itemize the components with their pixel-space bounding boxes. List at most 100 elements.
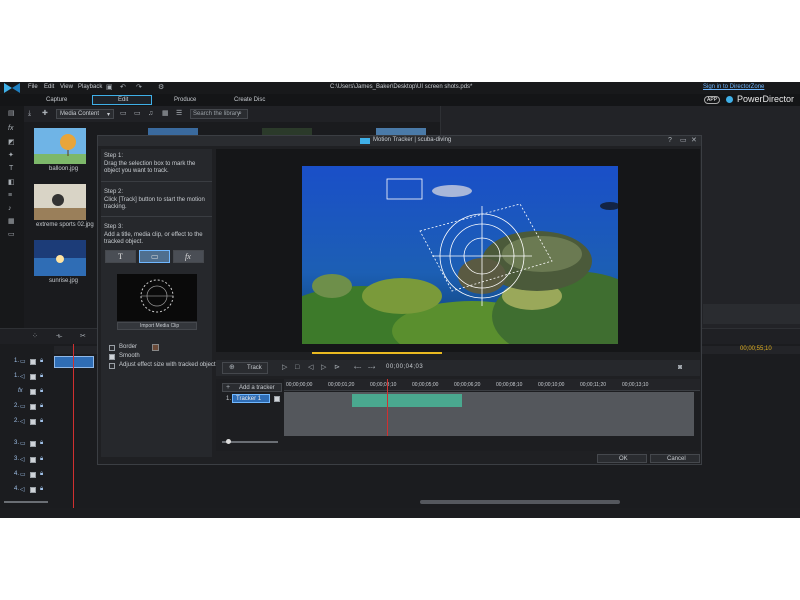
redo-icon[interactable]: ↷ [136, 84, 142, 92]
track-enable-checkbox[interactable] [30, 359, 36, 365]
track-button[interactable]: ⊕ Track [222, 362, 268, 374]
media-tab-button[interactable]: ▭ [139, 250, 170, 263]
fx-room-icon[interactable]: fx [8, 125, 13, 133]
voiceover-icon[interactable]: ♪ [8, 205, 12, 213]
ruler-label: 00;00;06;20 [454, 382, 481, 388]
ruler-label: 00;00;08;10 [496, 382, 523, 388]
grid-view-icon[interactable]: ▦ [162, 110, 169, 118]
border-color-swatch[interactable] [152, 344, 159, 351]
search-icon[interactable]: ⌕ [238, 110, 242, 118]
menu-playback[interactable]: Playback [78, 84, 102, 90]
previous-frame-icon[interactable]: ◁ [308, 364, 313, 372]
lock-icon[interactable]: 🔒︎ [40, 373, 43, 380]
fast-forward-icon[interactable]: ⊳ [334, 364, 340, 372]
ok-button[interactable]: OK [597, 454, 647, 463]
save-icon[interactable]: ▣ [106, 84, 113, 92]
close-icon[interactable]: ✕ [691, 137, 697, 145]
import-media-clip-button[interactable]: Import Media Clip [117, 322, 197, 330]
video-frame[interactable] [302, 166, 618, 344]
next-frame-icon[interactable]: ▷ [321, 364, 326, 372]
tracker-zoom-slider[interactable] [222, 439, 278, 444]
lock-icon[interactable]: 🔒︎ [40, 471, 43, 478]
step1-title: Step 1: [104, 153, 124, 159]
zoom-knob[interactable] [226, 439, 231, 444]
step3-text: Add a title, media clip, or effect to th… [104, 232, 203, 245]
filter-image-icon[interactable]: ▭ [134, 110, 141, 118]
lock-icon[interactable]: 🔒︎ [40, 403, 43, 410]
audio-mixing-icon[interactable]: ≡ [8, 192, 12, 200]
library-item[interactable] [34, 240, 86, 276]
play-icon[interactable]: ▷ [282, 364, 287, 372]
tab-produce[interactable]: Produce [174, 97, 196, 103]
lock-icon[interactable]: 🔒︎ [40, 358, 43, 365]
menu-edit[interactable]: Edit [44, 84, 54, 90]
track-enable-checkbox[interactable] [30, 374, 36, 380]
transition-room-icon[interactable]: ◧ [8, 179, 15, 187]
adjust-size-checkbox[interactable] [109, 363, 115, 369]
app-badge[interactable]: APP [704, 96, 721, 104]
tab-edit[interactable]: Edit [92, 95, 152, 105]
lock-icon[interactable]: 🔒︎ [40, 440, 43, 447]
maximize-icon[interactable]: ▭ [680, 137, 687, 145]
motion-tracker-dialog: Motion Tracker | scuba-diving ? ▭ ✕ Step… [97, 135, 702, 465]
tracker-playhead[interactable] [387, 379, 388, 436]
tab-capture[interactable]: Capture [46, 97, 67, 103]
lock-icon[interactable]: 🔒︎ [40, 456, 43, 463]
cut-icon[interactable]: ✂ [80, 333, 86, 341]
particle-room-icon[interactable]: ✦ [8, 152, 14, 160]
lock-icon[interactable]: 🔒︎ [40, 418, 43, 425]
track-enable-checkbox[interactable] [30, 457, 36, 463]
mark-out-icon[interactable]: ⤏ [368, 364, 375, 372]
tracker-enable-checkbox[interactable] [274, 396, 280, 402]
media-clip-preview[interactable] [117, 274, 197, 321]
undo-icon[interactable]: ↶ [120, 84, 126, 92]
pip-room-icon[interactable]: ◩ [8, 139, 15, 147]
border-checkbox[interactable] [109, 345, 115, 351]
split-icon[interactable]: ⟛ [56, 333, 62, 341]
chapter-room-icon[interactable]: ▦ [8, 218, 15, 226]
library-item[interactable] [34, 184, 86, 220]
media-dropdown[interactable]: Media Content ▾ [56, 109, 114, 119]
track-enable-checkbox[interactable] [30, 472, 36, 478]
timeline-scrollbar[interactable] [420, 500, 620, 504]
trim-range-bar[interactable] [312, 352, 442, 354]
subtitle-room-icon[interactable]: ▭ [8, 231, 15, 239]
help-icon[interactable]: ? [668, 137, 672, 145]
track-enable-checkbox[interactable] [30, 419, 36, 425]
library-item[interactable] [34, 128, 86, 164]
plugin-icon[interactable]: ✚ [42, 110, 48, 118]
smooth-checkbox[interactable] [109, 354, 115, 360]
effect-tab-button[interactable]: fx [173, 250, 204, 263]
video-track-icon: ▭ [20, 404, 26, 410]
tab-create-disc[interactable]: Create Disc [234, 97, 265, 103]
tracker-clip[interactable] [352, 394, 462, 407]
keyframe-icon[interactable]: ⁘ [32, 333, 38, 341]
title-tab-button[interactable]: T [105, 250, 136, 263]
media-room-icon[interactable]: ▤ [8, 110, 15, 118]
sign-in-link[interactable]: Sign in to DirectorZone [703, 84, 764, 90]
track-enable-checkbox[interactable] [30, 404, 36, 410]
filter-video-icon[interactable]: ▭ [120, 110, 127, 118]
menu-file[interactable]: File [28, 84, 38, 90]
menu-view[interactable]: View [60, 84, 73, 90]
lock-icon[interactable]: 🔒︎ [40, 388, 43, 395]
filter-audio-icon[interactable]: ♫ [148, 110, 153, 118]
import-icon[interactable]: ⤓ [28, 110, 31, 118]
track-enable-checkbox[interactable] [30, 487, 36, 493]
snapshot-icon[interactable]: ◙ [678, 364, 682, 372]
sort-icon[interactable]: ☰ [176, 110, 182, 118]
timeline-playhead[interactable] [73, 344, 74, 508]
stop-icon[interactable]: □ [295, 364, 299, 372]
tracker-name-field[interactable]: Tracker 1 [232, 394, 270, 403]
settings-gear-icon[interactable]: ⚙ [158, 84, 164, 92]
preview-controls [703, 304, 800, 324]
cancel-button[interactable]: Cancel [650, 454, 700, 463]
mark-in-icon[interactable]: ⤎ [354, 364, 361, 372]
track-enable-checkbox[interactable] [30, 389, 36, 395]
title-room-icon[interactable]: T [9, 165, 13, 173]
track-enable-checkbox[interactable] [30, 441, 36, 447]
timeline-clip[interactable] [54, 356, 94, 368]
lock-icon[interactable]: 🔒︎ [40, 486, 43, 493]
add-tracker-button[interactable]: + Add a tracker [222, 383, 282, 392]
zoom-slider[interactable] [4, 501, 48, 503]
